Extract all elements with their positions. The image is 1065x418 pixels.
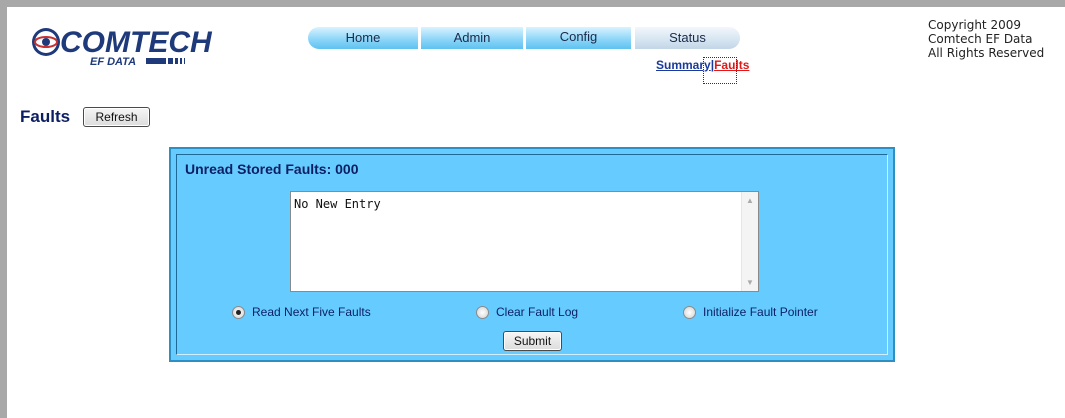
radio-clear-fault-log[interactable] [476,306,489,320]
comtech-logo: COMTECH EF DATA [26,24,226,68]
copyright-line-1: Copyright 2009 [928,18,1021,32]
logo-sub-text: EF DATA [90,56,136,68]
radio-initialize-pointer[interactable] [683,306,696,320]
scroll-down-icon[interactable]: ▼ [746,278,754,287]
tab-status[interactable]: Status [635,27,740,49]
submit-button[interactable]: Submit [503,331,562,351]
logo-brand-text: COMTECH [60,26,213,59]
window-top-border [0,0,1065,7]
tab-config[interactable]: Config [526,27,631,49]
copyright-notice: Copyright 2009 Comtech EF Data All Right… [928,18,1044,60]
label-initialize-pointer: Initialize Fault Pointer [703,305,818,319]
fault-log-text: No New Entry [294,197,381,211]
radio-read-next-five[interactable] [232,306,245,320]
option-read-next-five[interactable]: Read Next Five Faults [232,305,371,321]
option-clear-fault-log[interactable]: Clear Fault Log [476,305,578,321]
option-initialize-pointer[interactable]: Initialize Fault Pointer [683,305,818,321]
scroll-up-icon[interactable]: ▲ [746,196,754,205]
faults-panel: Unread Stored Faults: 000 No New Entry ▲… [169,147,895,362]
unread-faults-title: Unread Stored Faults: 000 [185,161,359,177]
tab-admin[interactable]: Admin [421,27,523,49]
page-title: Faults [20,107,71,126]
copyright-line-2: Comtech EF Data [928,32,1033,46]
link-focus-outline [703,57,737,84]
label-clear-fault-log: Clear Fault Log [496,305,579,319]
copyright-line-3: All Rights Reserved [928,46,1045,60]
window-left-border [0,0,7,418]
label-read-next-five: Read Next Five Faults [252,305,371,319]
fault-log-textarea[interactable]: No New Entry ▲ ▼ [290,191,759,292]
tab-home[interactable]: Home [308,27,418,49]
log-scrollbar[interactable]: ▲ ▼ [741,192,758,291]
refresh-button[interactable]: Refresh [83,107,150,127]
